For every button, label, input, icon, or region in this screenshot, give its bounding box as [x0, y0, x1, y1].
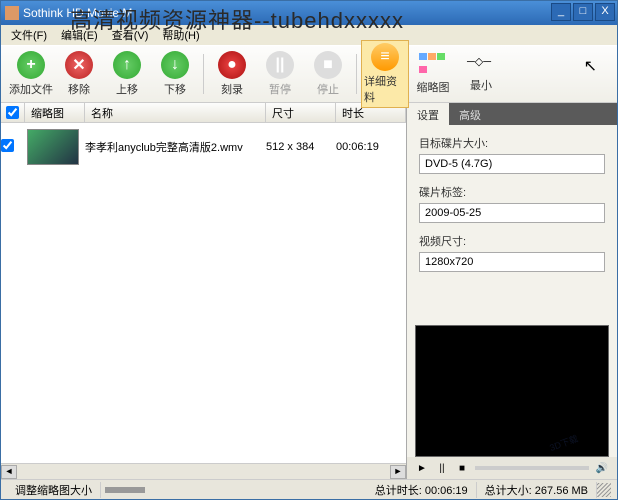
row-duration: 00:06:19 — [336, 141, 406, 153]
col-name[interactable]: 名称 — [85, 103, 266, 122]
thumb-size-slider[interactable] — [105, 487, 145, 493]
x-icon: ✕ — [65, 51, 93, 79]
target-disc-select[interactable]: DVD-5 (4.7G) — [419, 154, 605, 174]
scroll-left-icon[interactable]: ◄ — [1, 465, 17, 479]
statusbar: 调整缩略图大小 总计时长: 00:06:19 总计大小: 267.56 MB — [1, 479, 617, 499]
player-stop-button[interactable]: ■ — [455, 461, 469, 475]
pause-button: ||暂停 — [256, 49, 304, 99]
arrow-down-icon: ↓ — [161, 51, 189, 79]
grid-icon — [419, 53, 447, 77]
menu-file[interactable]: 文件(F) — [5, 25, 53, 45]
cursor-icon: ↖ — [584, 56, 597, 76]
list-body: 李孝利anyclub完整高清版2.wmv 512 x 384 00:06:19 — [1, 123, 406, 463]
stop-icon: ■ — [314, 51, 342, 79]
file-list-panel: 缩略图 名称 尺寸 时长 李孝利anyclub完整高清版2.wmv 512 x … — [1, 103, 407, 479]
plus-icon: + — [17, 51, 45, 79]
total-size: 267.56 MB — [535, 485, 588, 497]
arrow-up-icon: ↑ — [113, 51, 141, 79]
total-time: 00:06:19 — [425, 485, 468, 497]
video-thumbnail — [27, 129, 79, 165]
close-button[interactable]: X — [595, 3, 615, 21]
total-size-label: 总计大小: — [485, 485, 532, 497]
player-controls: ► || ■ 🔊 — [407, 457, 617, 479]
col-thumb[interactable]: 缩略图 — [25, 103, 85, 122]
h-scrollbar[interactable]: ◄ ► — [1, 463, 406, 479]
detail-icon: ≡ — [371, 43, 399, 71]
move-up-button[interactable]: ↑上移 — [103, 49, 151, 99]
slider-icon: ─◇─ — [467, 55, 495, 75]
add-file-button[interactable]: +添加文件 — [7, 49, 55, 99]
detail-view-button[interactable]: ≡详细资料 — [361, 40, 409, 108]
seek-slider[interactable] — [475, 466, 589, 470]
play-button[interactable]: ► — [415, 461, 429, 475]
maximize-button[interactable]: □ — [573, 3, 593, 21]
table-row[interactable]: 李孝利anyclub完整高清版2.wmv 512 x 384 00:06:19 — [1, 123, 406, 171]
row-size: 512 x 384 — [266, 141, 336, 153]
resize-thumb-label: 调整缩略图大小 — [7, 482, 101, 498]
disc-label-input[interactable]: 2009-05-25 — [419, 203, 605, 223]
pause-icon: || — [266, 51, 294, 79]
video-size-select[interactable]: 1280x720 — [419, 252, 605, 272]
select-all-checkbox[interactable] — [6, 106, 19, 119]
col-size[interactable]: 尺寸 — [266, 103, 336, 122]
toolbar: +添加文件 ✕移除 ↑上移 ↓下移 ●刻录 ||暂停 ■停止 ≡详细资料 缩略图… — [1, 45, 617, 103]
scroll-right-icon[interactable]: ► — [390, 465, 406, 479]
thumb-view-button[interactable]: 缩略图 — [409, 51, 457, 97]
stop-button: ■停止 — [304, 49, 352, 99]
record-icon: ● — [218, 51, 246, 79]
volume-icon[interactable]: 🔊 — [595, 461, 609, 475]
resize-grip[interactable] — [597, 483, 611, 497]
remove-button[interactable]: ✕移除 — [55, 49, 103, 99]
total-time-label: 总计时长: — [375, 485, 422, 497]
tab-advanced[interactable]: 高级 — [449, 103, 491, 125]
row-checkbox[interactable] — [1, 139, 14, 152]
panel-tabs: 设置 高级 — [407, 103, 617, 125]
record-button[interactable]: ●刻录 — [208, 49, 256, 99]
target-disc-label: 目标碟片大小: — [419, 135, 605, 151]
minimize-button[interactable]: _ — [551, 3, 571, 21]
min-button[interactable]: ─◇─最小 — [457, 53, 505, 95]
tab-settings[interactable]: 设置 — [407, 103, 449, 125]
app-icon — [5, 6, 19, 20]
video-preview — [415, 325, 609, 457]
overlay-banner: 高清视频资源神器--tubehdxxxxx — [70, 3, 404, 35]
disc-label-label: 碟片标签: — [419, 184, 605, 200]
move-down-button[interactable]: ↓下移 — [151, 49, 199, 99]
properties-panel: 设置 高级 目标碟片大小: DVD-5 (4.7G) 碟片标签: 2009-05… — [407, 103, 617, 479]
player-pause-button[interactable]: || — [435, 461, 449, 475]
list-header: 缩略图 名称 尺寸 时长 — [1, 103, 406, 123]
row-name: 李孝利anyclub完整高清版2.wmv — [85, 139, 266, 155]
video-size-label: 视频尺寸: — [419, 233, 605, 249]
